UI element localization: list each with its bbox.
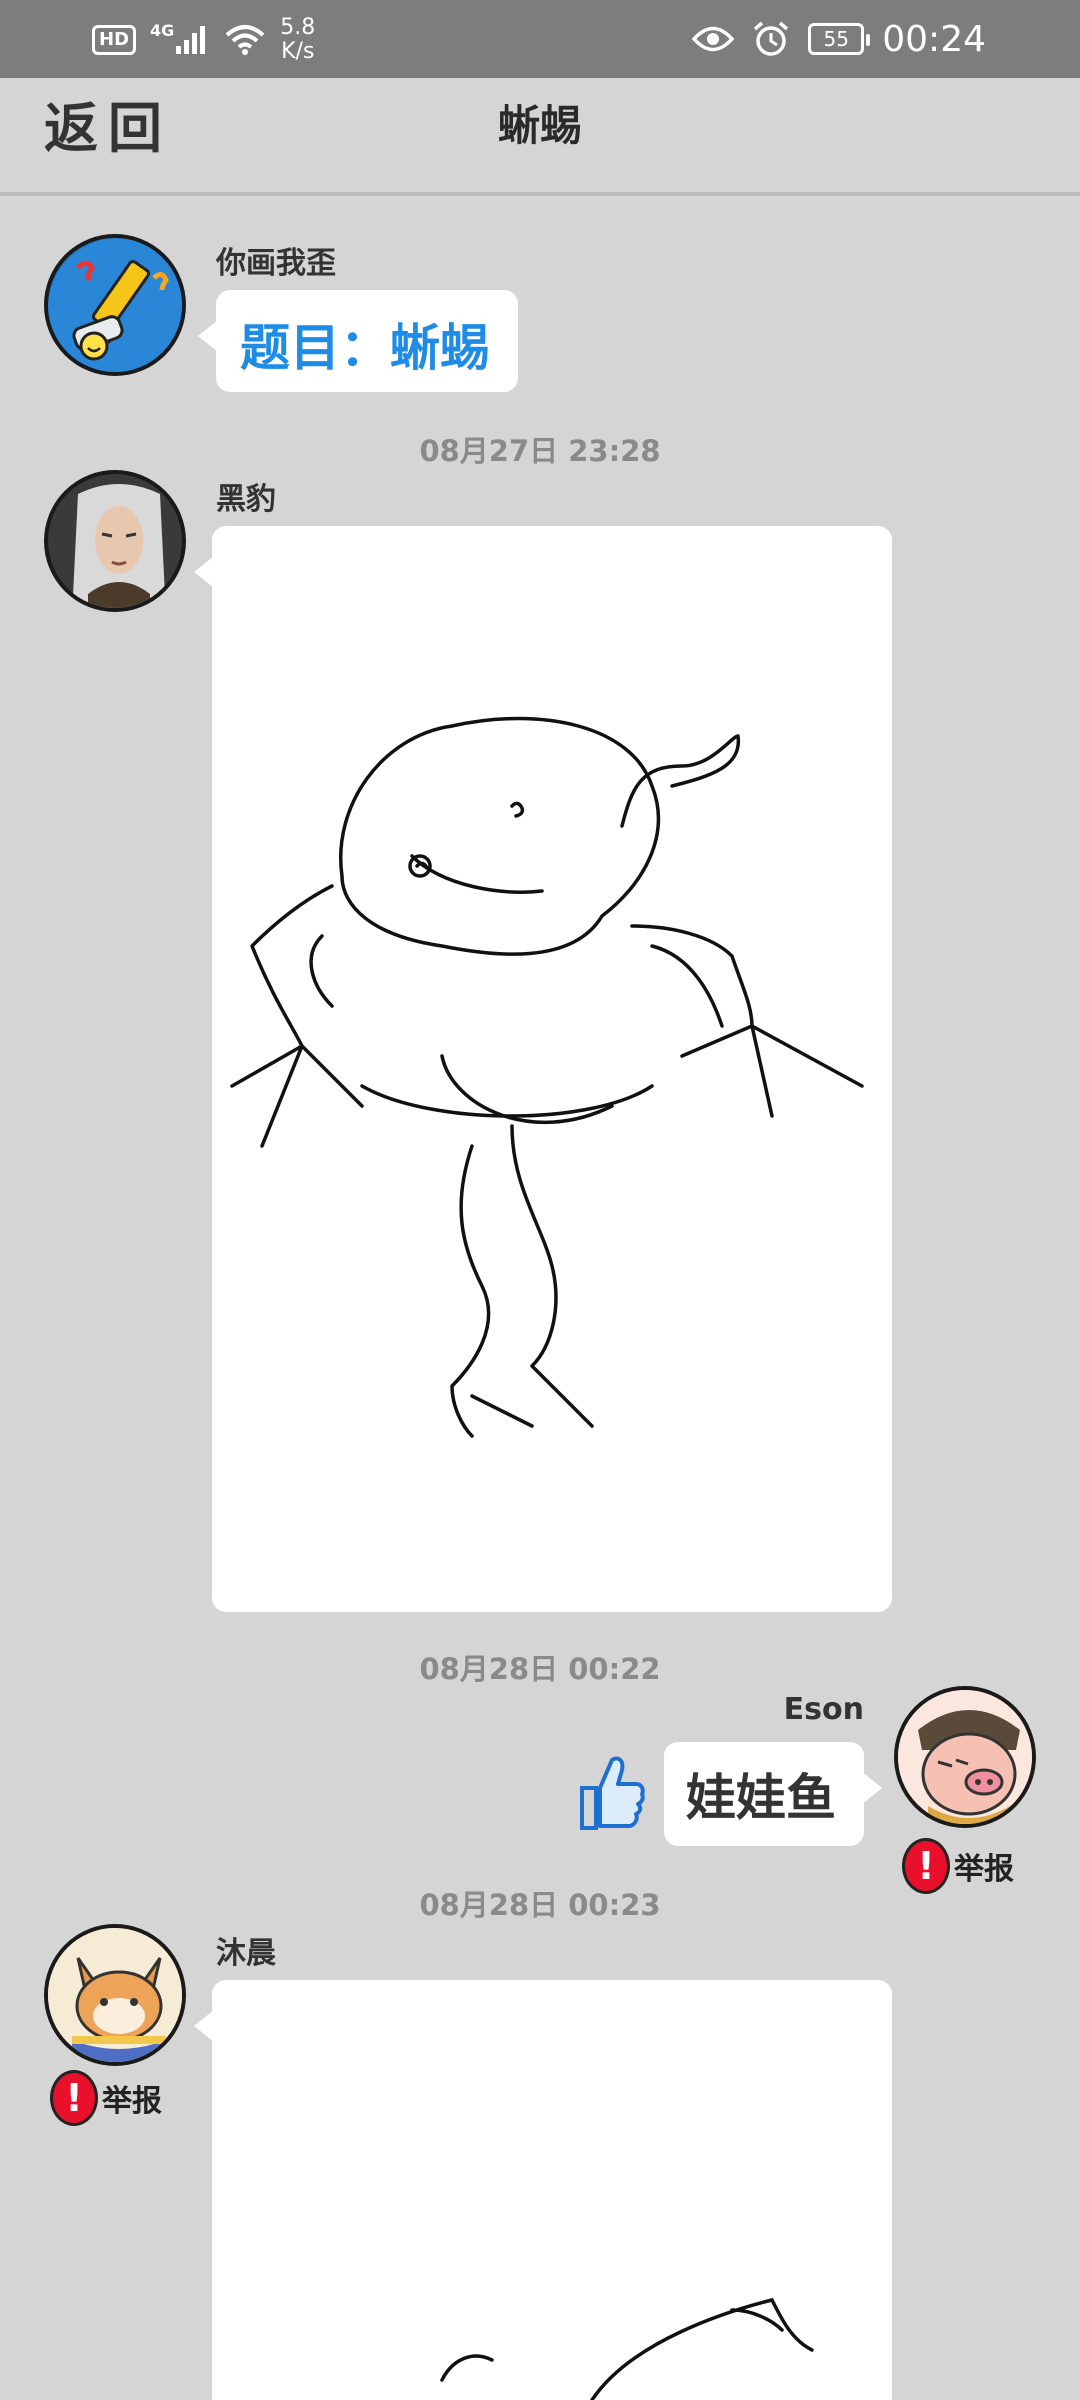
answer-text: 娃娃鱼 <box>686 1769 836 1827</box>
title-bar: 返回 蜥蜴 <box>0 78 1080 196</box>
topic-bubble: 题目：蜥蜴 <box>198 290 518 392</box>
character-avatar-icon <box>48 474 182 608</box>
alarm-icon <box>754 21 789 56</box>
drawing-canvas <box>230 716 864 1438</box>
drawing-canvas <box>440 2297 814 2400</box>
answer-bubble: 娃娃鱼 <box>664 1742 882 1846</box>
shiba-avatar-icon <box>48 1928 182 2062</box>
battery-indicator: 55 <box>808 23 871 55</box>
message-timestamp: 08月28日 00:23 <box>419 1888 661 1922</box>
topic-text: 题目：蜥蜴 <box>240 319 490 377</box>
sender-name: 黑豹 <box>216 482 276 517</box>
network-type: 4G <box>150 20 175 40</box>
report-label: 举报 <box>102 2084 162 2119</box>
eye-icon <box>692 26 735 52</box>
message-timestamp: 08月28日 00:22 <box>419 1652 661 1686</box>
pig-avatar-icon <box>898 1690 1032 1824</box>
network-speed: 5.8 K/s <box>280 15 316 64</box>
drawing-bubble[interactable] <box>194 1980 892 2400</box>
pencil-avatar-icon <box>48 238 182 372</box>
avatar-heibao[interactable] <box>44 470 186 612</box>
wifi-icon <box>225 25 265 55</box>
sender-name: Eson <box>783 1692 864 1727</box>
avatar-game-host[interactable] <box>44 234 186 376</box>
report-button[interactable]: ! 举报 <box>50 2070 162 2126</box>
status-time: 00:24 <box>882 18 986 60</box>
status-bar: HD 4G 5.8 K/s 55 00:24 <box>0 0 1080 78</box>
page-title: 蜥蜴 <box>497 101 582 150</box>
drawing-bubble[interactable] <box>194 526 892 1612</box>
message-timestamp: 08月27日 23:28 <box>419 434 661 468</box>
sender-name: 沐晨 <box>216 1936 276 1971</box>
thumbs-up-icon[interactable] <box>572 1752 646 1834</box>
signal-icon <box>176 26 206 54</box>
exclamation-icon: ! <box>50 2070 98 2126</box>
hd-badge: HD <box>92 25 137 55</box>
avatar-eson[interactable] <box>894 1686 1036 1828</box>
avatar-muchen[interactable] <box>44 1924 186 2066</box>
sender-name: 你画我歪 <box>216 246 336 281</box>
